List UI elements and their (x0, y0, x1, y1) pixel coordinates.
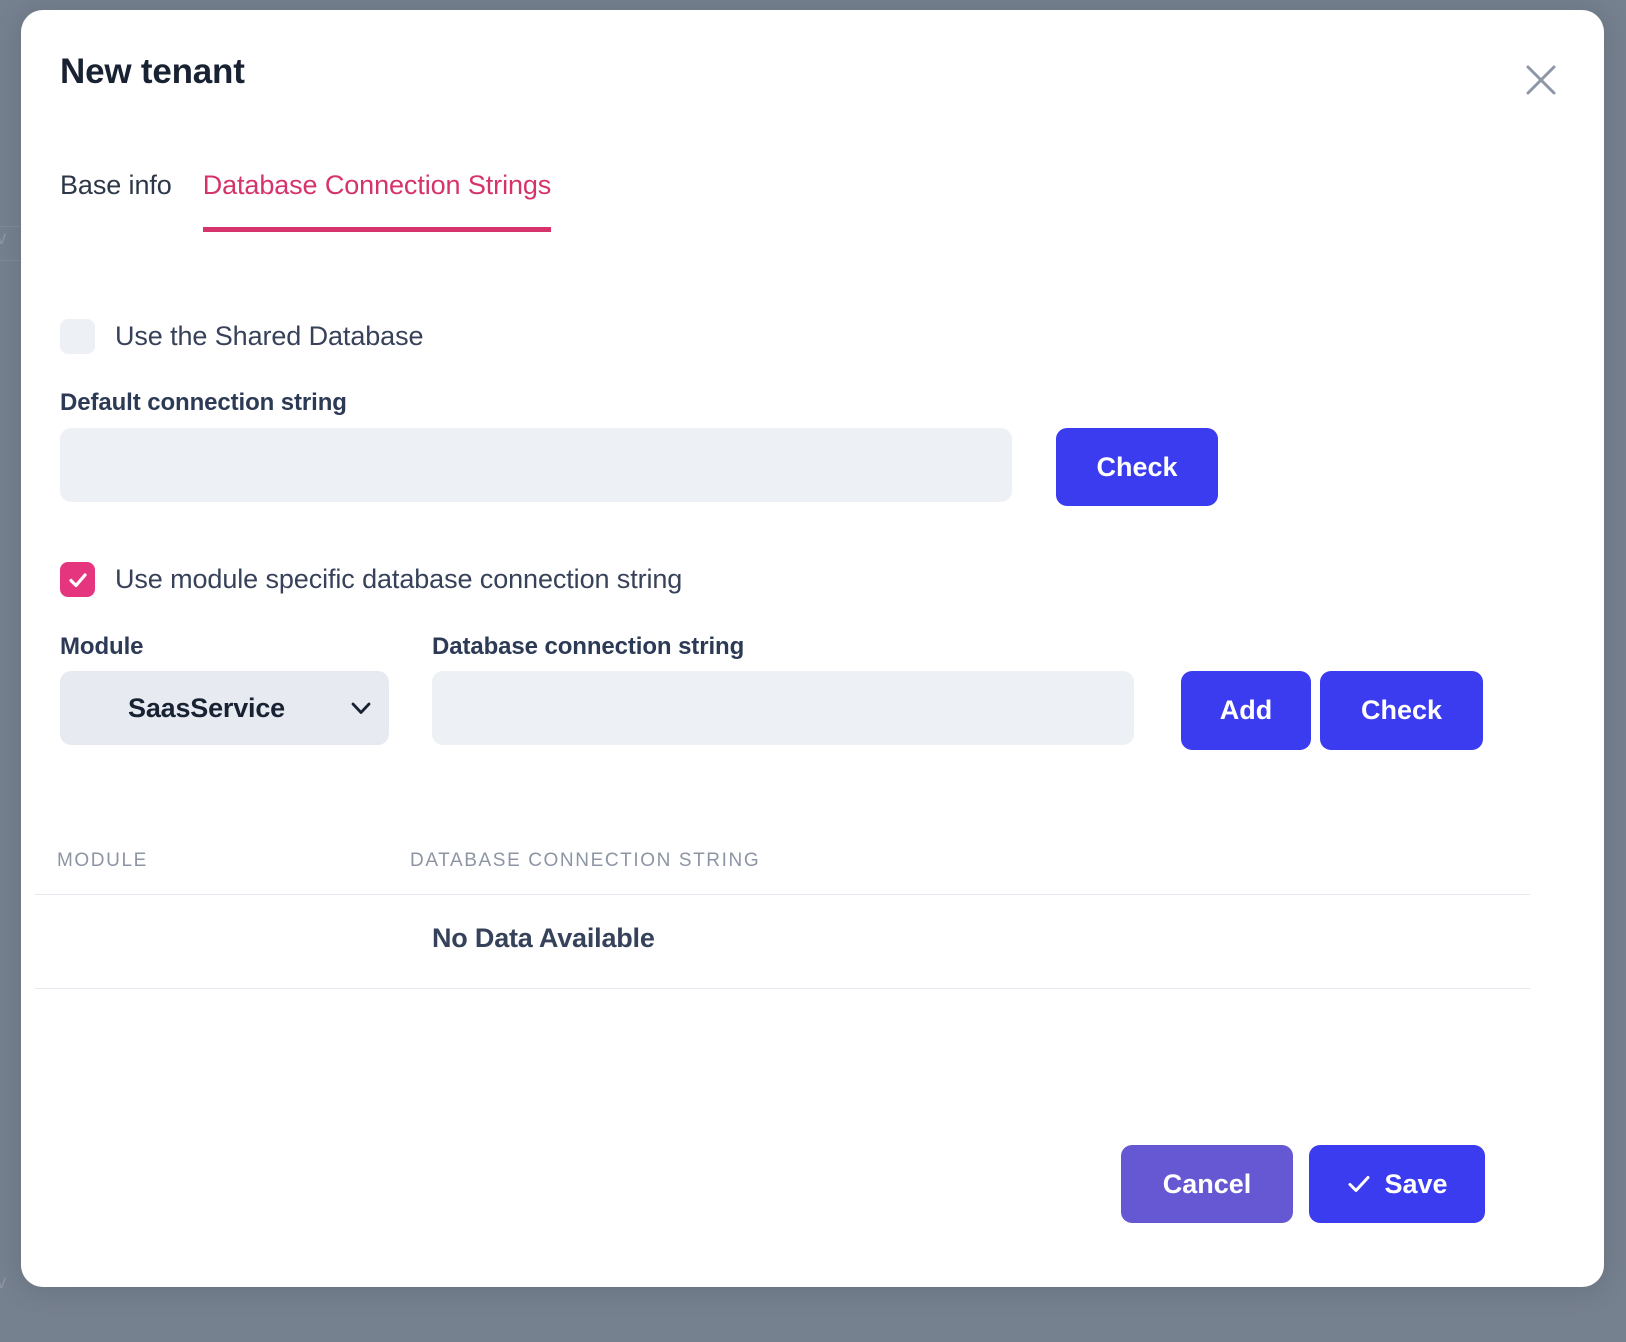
cancel-button[interactable]: Cancel (1121, 1145, 1293, 1223)
database-connection-string-label: Database connection string (432, 633, 744, 661)
tab-bar: Base info Database Connection Strings (60, 170, 551, 232)
table-empty-message: No Data Available (35, 923, 1530, 954)
new-tenant-dialog: New tenant Base info Database Connection… (21, 10, 1604, 1287)
check-icon (1346, 1171, 1372, 1197)
background-divider (0, 226, 22, 227)
add-module-connection-button[interactable]: Add (1181, 671, 1311, 750)
column-header-module: MODULE (35, 850, 410, 872)
use-module-specific-checkbox[interactable] (60, 562, 95, 597)
use-module-specific-label: Use module specific database connection … (115, 564, 682, 595)
check-default-connection-button[interactable]: Check (1056, 428, 1218, 506)
module-select[interactable]: SaasService (60, 671, 389, 745)
background-divider (0, 260, 22, 261)
chevron-down-icon (333, 695, 389, 721)
close-button[interactable] (1518, 57, 1564, 103)
save-button[interactable]: Save (1309, 1145, 1485, 1223)
tab-base-info[interactable]: Base info (60, 170, 172, 227)
module-connections-table: MODULE DATABASE CONNECTION STRING No Dat… (35, 850, 1530, 989)
close-icon (1524, 63, 1558, 97)
use-shared-database-checkbox[interactable] (60, 319, 95, 354)
module-label: Module (60, 633, 143, 661)
module-specific-row: Use module specific database connection … (60, 562, 682, 597)
use-shared-database-label: Use the Shared Database (115, 321, 423, 352)
save-button-label: Save (1384, 1169, 1447, 1200)
background-page-text: ov (0, 228, 6, 250)
check-module-connection-button[interactable]: Check (1320, 671, 1483, 750)
check-icon (67, 569, 89, 591)
shared-database-row: Use the Shared Database (60, 319, 423, 354)
dialog-title: New tenant (60, 52, 245, 92)
table-header-row: MODULE DATABASE CONNECTION STRING (35, 850, 1530, 895)
column-header-database-connection-string: DATABASE CONNECTION STRING (410, 850, 1530, 872)
default-connection-string-label: Default connection string (60, 389, 347, 417)
module-select-value: SaasService (60, 693, 333, 724)
background-page-text-bottom: ov (0, 1272, 6, 1294)
module-connection-string-input[interactable] (432, 671, 1134, 745)
table-body: No Data Available (35, 895, 1530, 989)
default-connection-string-input[interactable] (60, 428, 1012, 502)
tab-database-connection-strings[interactable]: Database Connection Strings (203, 170, 552, 232)
